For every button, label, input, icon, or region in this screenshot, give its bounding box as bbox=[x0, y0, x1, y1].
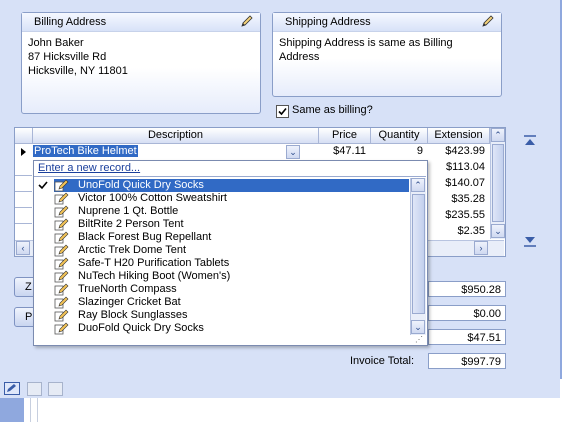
dropdown-scroll-thumb[interactable] bbox=[412, 194, 425, 314]
enter-new-record-link[interactable]: Enter a new record... bbox=[38, 162, 140, 174]
record-pencil-icon bbox=[54, 309, 70, 322]
dropdown-scroll-down-button[interactable]: ⌄ bbox=[411, 320, 425, 334]
invoice-form: Billing Address John Baker 87 Hicksville… bbox=[0, 0, 562, 379]
column-header-description[interactable]: Description bbox=[33, 128, 319, 144]
billing-city: Hicksville, NY 11801 bbox=[28, 65, 128, 77]
column-header-extension[interactable]: Extension bbox=[428, 128, 490, 144]
row-divider bbox=[15, 175, 32, 176]
move-to-bottom-icon[interactable] bbox=[523, 234, 537, 248]
right-edge bbox=[562, 0, 578, 422]
selected-check-icon bbox=[37, 179, 49, 194]
record-pencil-icon bbox=[54, 296, 70, 309]
record-pencil-icon bbox=[54, 231, 70, 244]
row-extension: $235.55 bbox=[445, 209, 485, 221]
record-pencil-icon bbox=[54, 192, 70, 205]
status-box bbox=[48, 382, 63, 396]
billing-street: 87 Hicksville Rd bbox=[28, 51, 107, 63]
product-dropdown-list[interactable]: Enter a new record... UnoFold Quick Dry … bbox=[33, 160, 428, 346]
column-header-quantity[interactable]: Quantity bbox=[371, 128, 428, 144]
row-divider bbox=[15, 191, 32, 192]
scroll-down-button[interactable]: ⌄ bbox=[491, 224, 505, 238]
invoice-total-field: $997.79 bbox=[428, 353, 506, 369]
lower-left-blue-strip bbox=[0, 398, 24, 422]
same-as-billing-label: Same as billing? bbox=[292, 104, 373, 116]
second-total-field: $0.00 bbox=[428, 305, 506, 321]
record-edit-icon[interactable] bbox=[4, 382, 20, 395]
scroll-right-button[interactable]: › bbox=[474, 241, 488, 255]
invoice-total-label: Invoice Total: bbox=[350, 355, 415, 367]
record-pencil-icon bbox=[54, 218, 70, 231]
billing-name: John Baker bbox=[28, 37, 84, 49]
grid-vertical-scrollbar[interactable]: ⌃ ⌄ bbox=[490, 128, 505, 239]
grid-corner bbox=[15, 128, 33, 144]
record-pencil-icon bbox=[54, 270, 70, 283]
z-button-label: Z bbox=[25, 281, 32, 293]
dropdown-separator bbox=[34, 176, 426, 177]
move-to-top-icon[interactable] bbox=[523, 134, 537, 148]
dropdown-item[interactable]: BiltRite 2 Person Tent bbox=[78, 218, 184, 231]
same-as-billing-checkbox[interactable] bbox=[276, 105, 289, 118]
record-pencil-icon bbox=[54, 257, 70, 270]
dropdown-item[interactable]: TrueNorth Compass bbox=[78, 283, 177, 296]
row-extension: $35.28 bbox=[451, 193, 485, 205]
dropdown-item[interactable]: DuoFold Quick Dry Socks bbox=[78, 322, 204, 335]
row-divider bbox=[15, 223, 32, 224]
record-pencil-icon bbox=[54, 244, 70, 257]
dropdown-item[interactable]: Black Forest Bug Repellant bbox=[78, 231, 211, 244]
dropdown-item[interactable]: Ray Block Sunglasses bbox=[78, 309, 187, 322]
row-indicator-icon bbox=[21, 148, 26, 156]
shipping-address-title: Shipping Address bbox=[273, 13, 501, 32]
description-value: ProTech Bike Helmet bbox=[33, 145, 138, 157]
dropdown-item[interactable]: Nuprene 1 Qt. Bottle bbox=[78, 205, 178, 218]
dropdown-item[interactable]: Slazinger Cricket Bat bbox=[78, 296, 181, 309]
current-row-price[interactable]: $47.11 bbox=[319, 144, 370, 159]
row-extension: $2.35 bbox=[457, 225, 485, 237]
subtotal-field: $950.28 bbox=[428, 281, 506, 297]
current-row-extension[interactable]: $423.99 bbox=[428, 144, 489, 159]
current-row-quantity[interactable]: 9 bbox=[371, 144, 427, 159]
description-dropdown-button[interactable]: ⌄ bbox=[286, 145, 300, 159]
dropdown-item[interactable]: Safe-T H20 Purification Tablets bbox=[78, 257, 229, 270]
current-row-description[interactable]: ProTech Bike Helmet bbox=[33, 144, 303, 159]
edit-pencil-icon[interactable] bbox=[240, 14, 254, 31]
scroll-thumb[interactable] bbox=[492, 144, 504, 222]
resize-grip-icon[interactable]: ⋰ bbox=[415, 336, 425, 344]
dropdown-scrollbar[interactable]: ⌃ ⌄ bbox=[410, 178, 426, 335]
scroll-up-button[interactable]: ⌃ bbox=[491, 128, 505, 142]
dropdown-scroll-up-button[interactable]: ⌃ bbox=[411, 178, 425, 192]
shipping-address-panel: Shipping Address Shipping Address is sam… bbox=[272, 12, 502, 97]
record-pencil-icon bbox=[54, 179, 70, 192]
dropdown-item[interactable]: Victor 100% Cotton Sweatshirt bbox=[78, 192, 227, 205]
status-box bbox=[27, 382, 42, 396]
shipping-address-text: Shipping Address is same as Billing Addr… bbox=[279, 37, 453, 63]
row-divider bbox=[15, 207, 32, 208]
record-pencil-icon bbox=[54, 283, 70, 296]
billing-address-title: Billing Address bbox=[22, 13, 260, 32]
lower-divider bbox=[30, 398, 38, 422]
checkmark-icon bbox=[278, 107, 287, 116]
third-total-field: $47.51 bbox=[428, 329, 506, 345]
edit-pencil-icon[interactable] bbox=[481, 14, 495, 31]
column-header-price[interactable]: Price bbox=[319, 128, 371, 144]
billing-address-panel: Billing Address John Baker 87 Hicksville… bbox=[21, 12, 261, 114]
row-extension: $113.04 bbox=[446, 161, 485, 173]
status-bar bbox=[0, 378, 560, 398]
scroll-left-button[interactable]: ‹ bbox=[16, 241, 30, 255]
dropdown-item[interactable]: NuTech Hiking Boot (Women's) bbox=[78, 270, 230, 283]
p-button-label: P bbox=[25, 311, 33, 323]
dropdown-item[interactable]: Arctic Trek Dome Tent bbox=[78, 244, 186, 257]
dropdown-item[interactable]: UnoFold Quick Dry Socks bbox=[78, 179, 204, 192]
record-pencil-icon bbox=[54, 322, 70, 335]
record-pencil-icon bbox=[54, 205, 70, 218]
row-extension: $140.07 bbox=[445, 177, 485, 189]
